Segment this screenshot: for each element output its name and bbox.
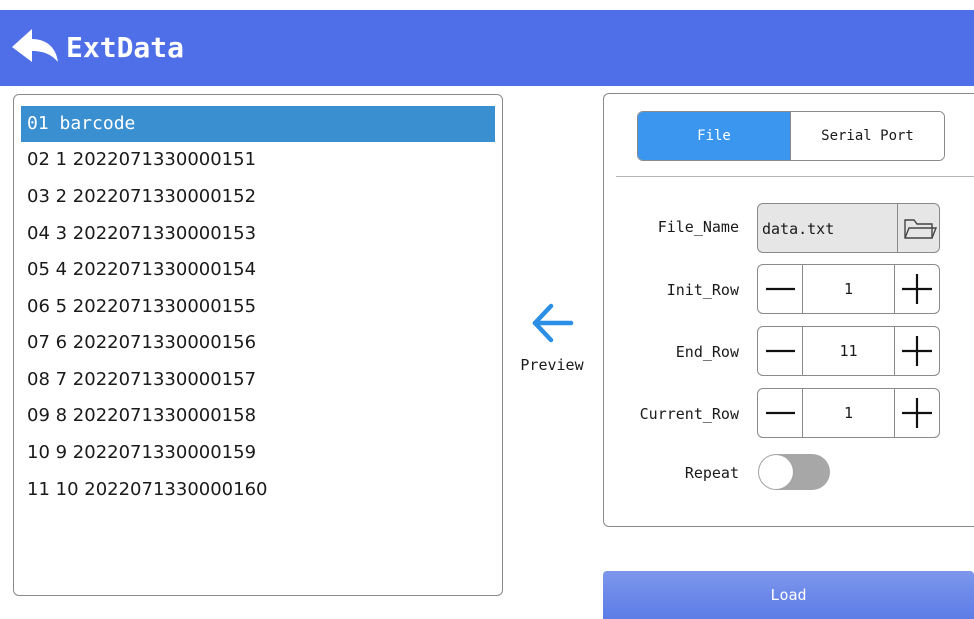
end-row-label: End_Row (675, 343, 739, 361)
list-item[interactable]: 05 4 2022071330000154 (21, 252, 495, 288)
settings-panel: File Serial Port File_Name Init_Row 1 En… (603, 93, 974, 527)
end-row-value[interactable]: 11 (803, 327, 894, 375)
list-item[interactable]: 10 9 2022071330000159 (21, 435, 495, 471)
minus-icon (766, 411, 795, 415)
init-row-decrement-button[interactable] (758, 265, 803, 313)
list-item[interactable]: 09 8 2022071330000158 (21, 398, 495, 434)
plus-icon (902, 336, 932, 366)
repeat-toggle[interactable] (758, 454, 830, 490)
arrow-left-icon (532, 303, 574, 343)
file-name-label: File_Name (657, 218, 739, 236)
data-list[interactable]: 01 barcode 02 1 2022071330000151 03 2 20… (13, 94, 503, 596)
repeat-label: Repeat (684, 464, 739, 482)
list-item[interactable]: 03 2 2022071330000152 (21, 179, 495, 215)
list-item[interactable]: 02 1 2022071330000151 (21, 142, 495, 178)
list-item[interactable]: 08 7 2022071330000157 (21, 362, 495, 398)
minus-icon (766, 287, 795, 291)
preview-button[interactable]: Preview (514, 300, 594, 390)
load-button[interactable]: Load (603, 571, 974, 619)
browse-folder-button[interactable] (897, 204, 939, 252)
header-bar: ExtData (0, 10, 974, 86)
current-row-stepper: 1 (757, 388, 940, 438)
init-row-stepper: 1 (757, 264, 940, 314)
back-arrow-icon (12, 29, 58, 62)
list-item[interactable]: 04 3 2022071330000153 (21, 216, 495, 252)
end-row-decrement-button[interactable] (758, 327, 803, 375)
init-row-value[interactable]: 1 (803, 265, 894, 313)
current-row-label: Current_Row (639, 405, 739, 423)
current-row-value[interactable]: 1 (803, 389, 894, 437)
preview-label: Preview (520, 356, 584, 374)
list-item[interactable]: 01 barcode (21, 106, 495, 142)
tab-serial-port[interactable]: Serial Port (790, 112, 944, 160)
plus-icon (902, 398, 932, 428)
source-tabs: File Serial Port (637, 111, 945, 161)
end-row-stepper: 11 (757, 326, 940, 376)
back-button[interactable] (10, 26, 60, 70)
end-row-increment-button[interactable] (894, 327, 939, 375)
list-item[interactable]: 06 5 2022071330000155 (21, 289, 495, 325)
plus-icon (902, 274, 932, 304)
list-item[interactable]: 07 6 2022071330000156 (21, 325, 495, 361)
folder-icon (904, 219, 938, 239)
minus-icon (766, 349, 795, 353)
list-item[interactable]: 11 10 2022071330000160 (21, 472, 495, 508)
init-row-label: Init_Row (666, 281, 739, 299)
divider (616, 176, 974, 177)
tab-file[interactable]: File (638, 112, 790, 160)
init-row-increment-button[interactable] (894, 265, 939, 313)
toggle-knob (759, 455, 793, 489)
current-row-increment-button[interactable] (894, 389, 939, 437)
current-row-decrement-button[interactable] (758, 389, 803, 437)
page-title: ExtData (66, 31, 185, 64)
file-name-field (757, 203, 940, 253)
file-name-input[interactable] (758, 204, 903, 252)
